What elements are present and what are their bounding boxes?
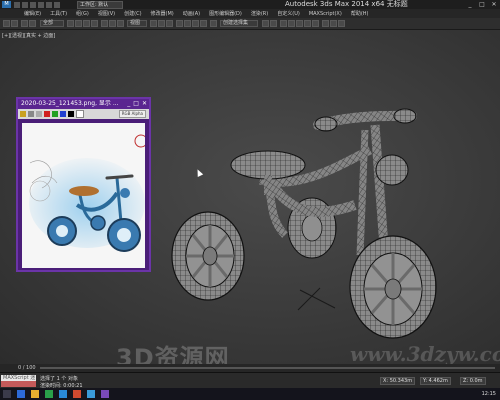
browser-icon[interactable] xyxy=(17,390,25,398)
unlink-icon[interactable] xyxy=(29,20,36,27)
x-coordinate-field[interactable]: X: 50.343m xyxy=(380,377,416,385)
menu-help[interactable]: 帮助(H) xyxy=(351,10,369,17)
link-icon[interactable] xyxy=(21,20,28,27)
mono-icon[interactable] xyxy=(76,110,84,118)
spinner-snap-icon[interactable] xyxy=(200,20,207,27)
quick-access-toolbar xyxy=(14,0,60,9)
undo-tool-icon[interactable] xyxy=(3,20,10,27)
redo-icon[interactable] xyxy=(46,1,52,8)
material-editor-icon[interactable] xyxy=(312,20,319,27)
workspace-dropdown[interactable]: 工作区: 默认 xyxy=(77,1,123,9)
menu-views[interactable]: 视图(V) xyxy=(98,10,115,17)
render-production-icon[interactable] xyxy=(338,20,345,27)
edit-named-selection-icon[interactable] xyxy=(210,20,217,27)
image-window-titlebar[interactable]: 2020-03-25_121453.png, 显示 ... _ □ ✕ xyxy=(18,99,149,109)
menu-modifiers[interactable]: 修改器(M) xyxy=(151,10,174,17)
schematic-view-icon[interactable] xyxy=(304,20,311,27)
menu-tools[interactable]: 工具(T) xyxy=(50,10,67,17)
main-toolbar: 全部 视图 创建选择集 xyxy=(0,18,500,30)
maxscript-output[interactable] xyxy=(1,381,36,387)
rendered-frame-window-icon[interactable] xyxy=(330,20,337,27)
app-icon[interactable] xyxy=(73,390,81,398)
clone-window-icon[interactable] xyxy=(28,111,34,117)
window-title: Autodesk 3ds Max 2014 x64 无标题 xyxy=(285,0,408,8)
display-channel-dropdown[interactable]: RGB Alpha xyxy=(118,110,146,118)
select-and-scale-icon[interactable] xyxy=(117,20,124,27)
print-icon[interactable] xyxy=(36,111,42,117)
time-slider-bar: 0 / 100 xyxy=(0,364,500,372)
green-channel-icon[interactable] xyxy=(52,111,58,117)
open-file-icon[interactable] xyxy=(22,1,28,8)
select-object-icon[interactable] xyxy=(67,20,74,27)
save-image-icon[interactable] xyxy=(20,111,26,117)
image-window-toolbar: RGB Alpha xyxy=(18,109,149,119)
3dsmax-taskbar-icon[interactable] xyxy=(87,390,95,398)
undo-icon[interactable] xyxy=(38,1,44,8)
alpha-channel-icon[interactable] xyxy=(68,111,74,117)
project-folder-icon[interactable] xyxy=(54,1,60,8)
reference-image xyxy=(22,123,145,268)
named-selection-dropdown[interactable]: 创建选择集 xyxy=(220,20,258,27)
keyboard-shortcut-icon[interactable] xyxy=(166,20,173,27)
menu-rendering[interactable]: 渲染(R) xyxy=(251,10,268,17)
qq-icon[interactable] xyxy=(59,390,67,398)
wechat-icon[interactable] xyxy=(45,390,53,398)
reference-coordinate-dropdown[interactable]: 视图 xyxy=(127,20,147,27)
redo-tool-icon[interactable] xyxy=(11,20,18,27)
layer-manager-icon[interactable] xyxy=(280,20,287,27)
select-and-rotate-icon[interactable] xyxy=(109,20,116,27)
windows-taskbar: 12:15 xyxy=(0,388,500,400)
photoshop-taskbar-icon[interactable] xyxy=(101,390,109,398)
file-explorer-icon[interactable] xyxy=(31,390,39,398)
minimize-button[interactable]: _ xyxy=(464,0,476,9)
watermark-url: www.3dzyw.com xyxy=(350,342,500,366)
menu-group[interactable]: 组(G) xyxy=(76,10,89,17)
menu-create[interactable]: 创建(C) xyxy=(124,10,141,17)
close-button[interactable]: ✕ xyxy=(488,0,500,9)
image-window-minimize-button[interactable]: _ xyxy=(127,99,130,109)
mirror-icon[interactable] xyxy=(262,20,269,27)
graphite-toggle-icon[interactable] xyxy=(288,20,295,27)
select-manipulate-icon[interactable] xyxy=(158,20,165,27)
selection-status: 选择了 1 个 对象 xyxy=(40,376,78,382)
z-coordinate-field[interactable]: Z: 0.0m xyxy=(460,377,486,385)
save-file-icon[interactable] xyxy=(30,1,36,8)
window-crossing-icon[interactable] xyxy=(91,20,98,27)
menu-bar: 编辑(E) 工具(T) 组(G) 视图(V) 创建(C) 修改器(M) 动画(A… xyxy=(0,9,500,18)
menu-animation[interactable]: 动画(A) xyxy=(183,10,200,17)
image-window-close-button[interactable]: ✕ xyxy=(142,99,147,109)
system-clock[interactable]: 12:15 xyxy=(482,388,496,400)
angle-snap-icon[interactable] xyxy=(184,20,191,27)
selection-filter-dropdown[interactable]: 全部 xyxy=(40,20,64,27)
status-bar: MAXScript 迷 选择了 1 个 对象 渲染时间: 0:00:21 X: … xyxy=(0,372,500,389)
rectangular-selection-icon[interactable] xyxy=(83,20,90,27)
time-slider-track[interactable] xyxy=(40,367,495,369)
align-icon[interactable] xyxy=(270,20,277,27)
blue-channel-icon[interactable] xyxy=(60,111,66,117)
menu-graph-editors[interactable]: 图形编辑器(D) xyxy=(209,10,242,17)
red-channel-icon[interactable] xyxy=(44,111,50,117)
title-bar: M 工作区: 默认 Autodesk 3ds Max 2014 x64 无标题 … xyxy=(0,0,500,9)
select-by-name-icon[interactable] xyxy=(75,20,82,27)
snaps-toggle-icon[interactable] xyxy=(176,20,183,27)
menu-maxscript[interactable]: MAXScript(X) xyxy=(309,11,342,17)
app-logo-icon[interactable]: M xyxy=(2,1,11,8)
image-window-title: 2020-03-25_121453.png, 显示 ... xyxy=(21,100,119,107)
image-viewer-window[interactable]: 2020-03-25_121453.png, 显示 ... _ □ ✕ RGB … xyxy=(16,97,151,272)
start-button-icon[interactable] xyxy=(3,390,11,398)
maximize-button[interactable]: □ xyxy=(476,0,488,9)
render-setup-icon[interactable] xyxy=(322,20,329,27)
image-window-maximize-button[interactable]: □ xyxy=(133,99,139,109)
percent-snap-icon[interactable] xyxy=(192,20,199,27)
menu-edit[interactable]: 编辑(E) xyxy=(24,10,41,17)
curve-editor-icon[interactable] xyxy=(296,20,303,27)
pivot-center-icon[interactable] xyxy=(150,20,157,27)
new-file-icon[interactable] xyxy=(14,1,20,8)
select-and-move-icon[interactable] xyxy=(101,20,108,27)
y-coordinate-field[interactable]: Y: 4.462m xyxy=(420,377,451,385)
menu-customize[interactable]: 自定义(U) xyxy=(277,10,300,17)
time-slider-readout[interactable]: 0 / 100 xyxy=(18,364,36,372)
tricycle-concept-sketch xyxy=(29,134,145,252)
